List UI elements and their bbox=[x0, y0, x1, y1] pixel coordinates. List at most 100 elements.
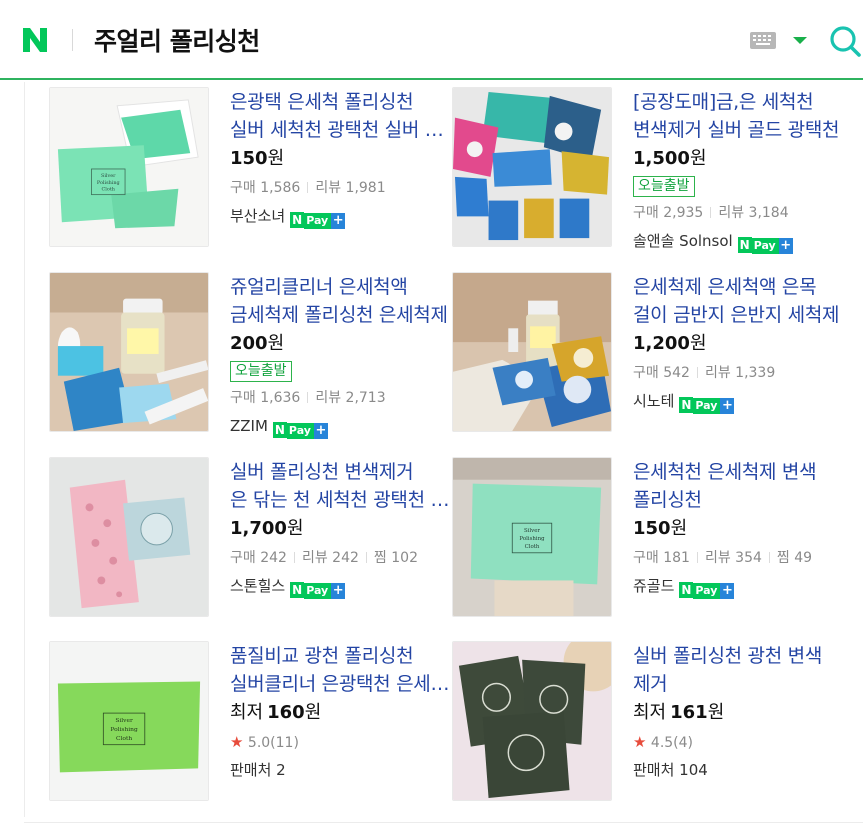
product-price: 150원 bbox=[230, 144, 452, 174]
product-title[interactable]: 은세척제 은세척액 은목 걸이 금반지 은반지 세척제 bbox=[633, 273, 855, 329]
zzim-label: 찜 bbox=[373, 550, 387, 566]
price-value: 150 bbox=[230, 148, 268, 169]
seller-label[interactable]: 부산소녀 bbox=[230, 207, 285, 225]
npay-text: Pay bbox=[304, 583, 332, 599]
npay-badge: N Pay + bbox=[679, 390, 735, 414]
search-icon[interactable] bbox=[828, 24, 862, 58]
title-line[interactable]: 폴리싱천 bbox=[633, 486, 855, 514]
review-label: 리뷰 bbox=[301, 550, 328, 566]
title-line[interactable]: 은세척제 은세척액 은목 bbox=[633, 273, 855, 301]
product-item[interactable]: Silver Polishing Cloth 은광택 은세척 폴리싱천 실버 세… bbox=[49, 87, 452, 252]
naver-logo[interactable] bbox=[20, 25, 50, 55]
keyboard-icon[interactable] bbox=[750, 32, 776, 49]
title-line[interactable]: 실버 폴리싱천 변색제거 bbox=[230, 458, 452, 486]
seller-label[interactable]: 시노테 bbox=[633, 392, 674, 410]
seller-name[interactable]: 쥬골드 N Pay + bbox=[633, 572, 855, 600]
product-thumbnail[interactable] bbox=[452, 641, 612, 801]
product-thumbnail[interactable]: Silver Polishing Cloth bbox=[49, 641, 209, 801]
product-price: 최저 161원 bbox=[633, 698, 855, 728]
star-icon: ★ bbox=[230, 733, 244, 751]
review-label: 리뷰 bbox=[718, 205, 745, 221]
product-title[interactable]: 품질비교 광천 폴리싱천 실버클리너 은광택천 은세척천 bbox=[230, 642, 452, 698]
search-query[interactable]: 주얼리 폴리싱천 bbox=[94, 22, 260, 58]
product-item[interactable]: 은세척제 은세척액 은목 걸이 금반지 은반지 세척제 1,200원 구매 54… bbox=[452, 272, 852, 437]
buy-count: 1,636 bbox=[260, 390, 301, 406]
title-line[interactable]: 은광택 은세척 폴리싱천 bbox=[230, 88, 452, 116]
seller-count[interactable]: 판매처 2 bbox=[230, 756, 452, 784]
review-label: 리뷰 bbox=[315, 390, 342, 406]
seller-count[interactable]: 판매처 104 bbox=[633, 756, 855, 784]
product-thumbnail[interactable] bbox=[452, 272, 612, 432]
title-line[interactable]: 은 닦는 천 세척천 광택천 폴리싱 bbox=[230, 486, 452, 514]
title-line[interactable]: 품질비교 광천 폴리싱천 bbox=[230, 642, 452, 670]
title-line[interactable]: 실버 폴리싱천 광천 변색 bbox=[633, 642, 855, 670]
npay-text: Pay bbox=[304, 213, 332, 229]
header-divider bbox=[72, 29, 73, 51]
seller-name[interactable]: 솔앤솔 Solnsol N Pay + bbox=[633, 227, 855, 255]
seller-label[interactable]: 스톤힐스 bbox=[230, 577, 285, 595]
cloth-label: Cloth bbox=[525, 544, 540, 550]
cloth-label: Silver bbox=[115, 718, 133, 724]
title-line[interactable]: 실버 세척천 광택천 실버 폴리싱천 bbox=[230, 116, 452, 144]
product-title[interactable]: 은세척천 은세척제 변색 폴리싱천 bbox=[633, 458, 855, 514]
npay-badge: N Pay + bbox=[679, 575, 735, 599]
product-title[interactable]: 쥬얼리클리너 은세척액 금세척제 폴리싱천 은세척제 bbox=[230, 273, 452, 329]
chevron-down-icon[interactable] bbox=[793, 37, 807, 44]
product-thumbnail[interactable] bbox=[49, 457, 209, 617]
title-line[interactable]: 쥬얼리클리너 은세척액 bbox=[230, 273, 452, 301]
title-line[interactable]: [공장도매]금,은 세척천 bbox=[633, 88, 855, 116]
price-value: 160 bbox=[267, 702, 305, 723]
seller-name[interactable]: ZZIM N Pay + bbox=[230, 412, 452, 440]
product-price: 150원 bbox=[633, 514, 855, 544]
review-count[interactable]: 3,184 bbox=[749, 205, 789, 221]
lowest-price-label: 최저 bbox=[633, 702, 667, 723]
product-title[interactable]: [공장도매]금,은 세척천 변색제거 실버 골드 광택천 bbox=[633, 88, 855, 144]
product-thumbnail[interactable] bbox=[49, 272, 209, 432]
npay-n: N bbox=[679, 397, 694, 413]
seller-label[interactable]: ZZIM bbox=[230, 417, 268, 435]
product-item[interactable]: Silver Polishing Cloth 은세척천 은세척제 변색 폴리싱천… bbox=[452, 457, 852, 622]
title-line[interactable]: 실버클리너 은광택천 은세척천 bbox=[230, 670, 452, 698]
review-count[interactable]: 242 bbox=[332, 550, 359, 566]
product-item[interactable]: 쥬얼리클리너 은세척액 금세척제 폴리싱천 은세척제 200원 오늘출발 구매 … bbox=[49, 272, 452, 440]
title-line[interactable]: 제거 bbox=[633, 670, 855, 698]
product-item[interactable]: [공장도매]금,은 세척천 변색제거 실버 골드 광택천 1,500원 오늘출발… bbox=[452, 87, 855, 255]
product-thumbnail[interactable]: Silver Polishing Cloth bbox=[452, 457, 612, 617]
title-line[interactable]: 걸이 금반지 은반지 세척제 bbox=[633, 301, 855, 329]
buy-label: 구매 bbox=[633, 205, 659, 221]
seller-name[interactable]: 부산소녀 N Pay + bbox=[230, 202, 452, 230]
review-count[interactable]: 354 bbox=[735, 550, 762, 566]
buy-count: 542 bbox=[663, 365, 690, 381]
seller-name[interactable]: 시노테 N Pay + bbox=[633, 387, 855, 415]
npay-badge: N Pay + bbox=[290, 205, 346, 229]
npay-badge: N Pay + bbox=[737, 230, 793, 254]
review-count[interactable]: 1,339 bbox=[735, 365, 775, 381]
review-count[interactable]: 1,981 bbox=[346, 180, 386, 196]
review-count[interactable]: 2,713 bbox=[346, 390, 386, 406]
buy-label: 구매 bbox=[230, 180, 256, 196]
product-item[interactable]: 실버 폴리싱천 변색제거 은 닦는 천 세척천 광택천 폴리싱 1,700원 구… bbox=[49, 457, 452, 622]
seller-label[interactable]: 솔앤솔 Solnsol bbox=[633, 232, 733, 250]
seller-name[interactable]: 스톤힐스 N Pay + bbox=[230, 572, 452, 600]
review-label: 리뷰 bbox=[315, 180, 342, 196]
product-thumbnail[interactable]: Silver Polishing Cloth bbox=[49, 87, 209, 247]
search-header: 주얼리 폴리싱천 bbox=[0, 0, 863, 80]
product-stats: 구매 1,586 리뷰 1,981 bbox=[230, 174, 452, 202]
product-title[interactable]: 실버 폴리싱천 광천 변색 제거 bbox=[633, 642, 855, 698]
npay-plus-icon: + bbox=[720, 398, 735, 414]
title-line[interactable]: 은세척천 은세척제 변색 bbox=[633, 458, 855, 486]
title-line[interactable]: 금세척제 폴리싱천 은세척제 bbox=[230, 301, 452, 329]
title-line[interactable]: 변색제거 실버 골드 광택천 bbox=[633, 116, 855, 144]
today-shipping-badge: 오늘출발 bbox=[230, 361, 292, 382]
price-unit: 원 bbox=[304, 702, 322, 723]
product-thumbnail[interactable] bbox=[452, 87, 612, 247]
npay-n: N bbox=[679, 582, 694, 598]
product-title[interactable]: 은광택 은세척 폴리싱천 실버 세척천 광택천 실버 폴리싱천 bbox=[230, 88, 452, 144]
npay-text: Pay bbox=[693, 398, 721, 414]
npay-badge: N Pay + bbox=[290, 575, 346, 599]
product-item[interactable]: 실버 폴리싱천 광천 변색 제거 최저 161원 ★ 4.5(4) 판매처 104 bbox=[452, 641, 852, 806]
price-unit: 원 bbox=[267, 333, 285, 354]
product-item[interactable]: Silver Polishing Cloth 품질비교 광천 폴리싱천 실버클리… bbox=[49, 641, 452, 806]
product-title[interactable]: 실버 폴리싱천 변색제거 은 닦는 천 세척천 광택천 폴리싱 bbox=[230, 458, 452, 514]
seller-label[interactable]: 쥬골드 bbox=[633, 577, 674, 595]
